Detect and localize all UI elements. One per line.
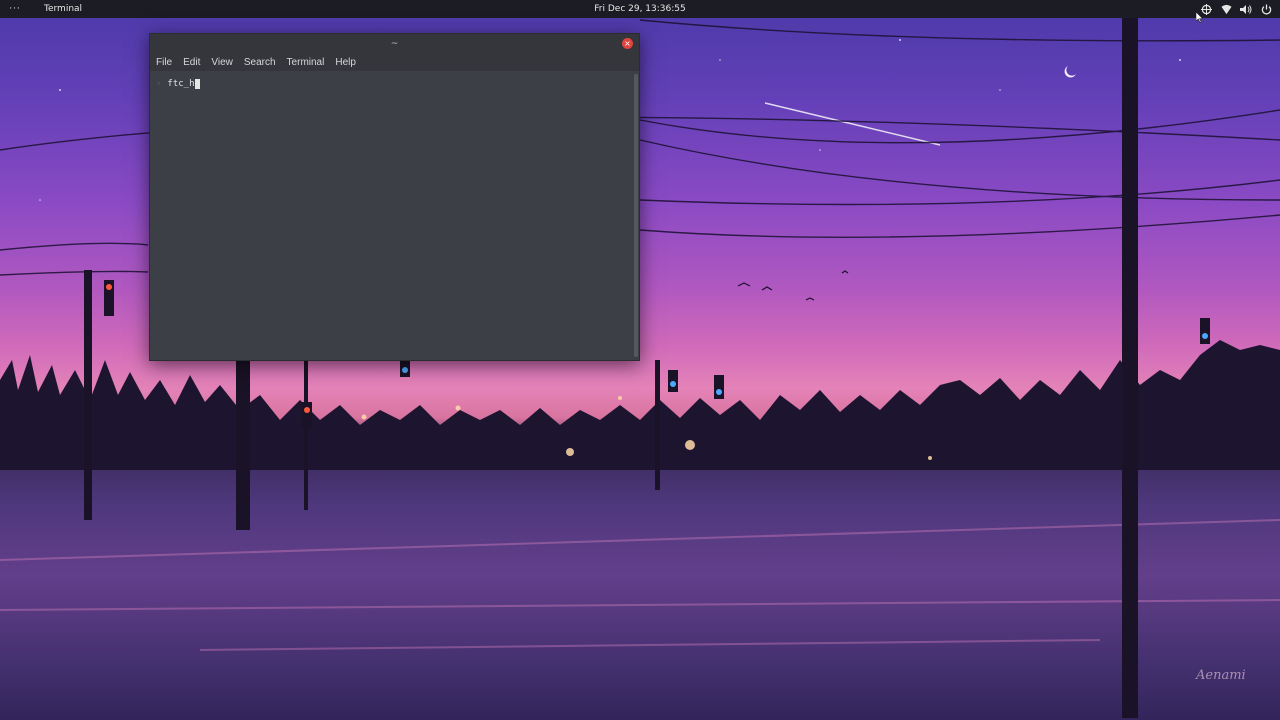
close-icon: × bbox=[624, 39, 631, 48]
command-line[interactable]: › ftc_h bbox=[156, 79, 627, 89]
menu-edit[interactable]: Edit bbox=[183, 57, 206, 68]
close-button[interactable]: × bbox=[622, 38, 633, 49]
menu-terminal[interactable]: Terminal bbox=[287, 57, 331, 68]
menu-search[interactable]: Search bbox=[244, 57, 282, 68]
terminal-window: ~ × File Edit View Search Terminal Help … bbox=[149, 33, 640, 361]
text-cursor bbox=[194, 79, 200, 89]
prompt-symbol: › bbox=[156, 79, 162, 89]
menu-file[interactable]: File bbox=[156, 57, 178, 68]
system-tray bbox=[1200, 0, 1272, 18]
window-title: ~ bbox=[390, 39, 399, 49]
clock[interactable]: Fri Dec 29, 13:36:55 bbox=[594, 4, 685, 14]
app-menu-terminal[interactable]: Terminal bbox=[44, 4, 82, 14]
menu-view[interactable]: View bbox=[211, 57, 239, 68]
mouse-pointer-icon bbox=[1195, 8, 1204, 27]
terminal-titlebar[interactable]: ~ × bbox=[150, 34, 639, 54]
terminal-output[interactable]: › ftc_h bbox=[150, 71, 633, 360]
command-input[interactable]: ftc_h bbox=[167, 79, 194, 89]
activities-button[interactable]: ··· bbox=[0, 4, 30, 14]
terminal-scrollbar[interactable] bbox=[634, 74, 638, 357]
wallpaper-signature: Aenami bbox=[1196, 668, 1246, 683]
volume-icon[interactable] bbox=[1240, 3, 1252, 15]
power-icon[interactable] bbox=[1260, 3, 1272, 15]
wifi-icon[interactable] bbox=[1220, 3, 1232, 15]
clock-container: Fri Dec 29, 13:36:55 bbox=[0, 4, 1280, 14]
menu-help[interactable]: Help bbox=[335, 57, 362, 68]
terminal-menubar: File Edit View Search Terminal Help bbox=[150, 54, 639, 71]
top-bar: ··· Terminal Fri Dec 29, 13:36:55 bbox=[0, 0, 1280, 18]
